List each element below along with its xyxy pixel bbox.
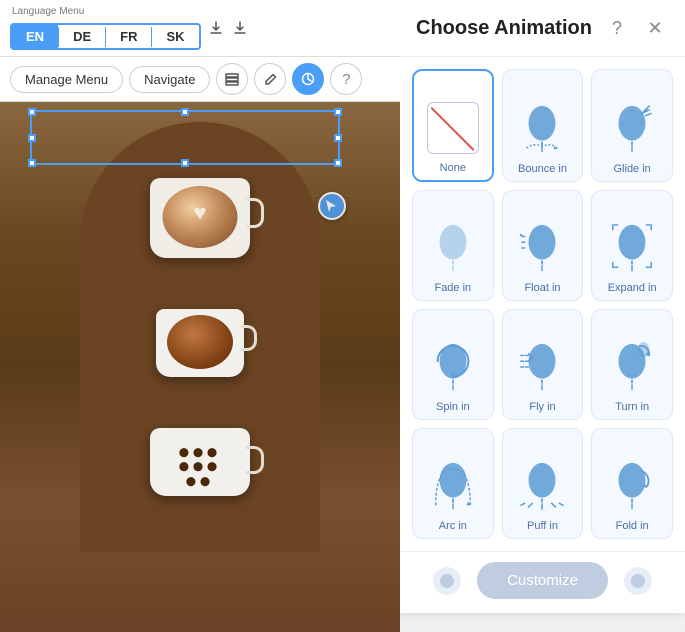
animation-panel: Choose Animation ? ✕ None	[400, 0, 685, 613]
arch-shape: ♥	[80, 122, 320, 552]
animation-none[interactable]: None	[412, 69, 494, 182]
animation-float-in[interactable]: Float in	[502, 190, 584, 301]
espresso-body	[156, 309, 244, 377]
animation-fold-in[interactable]: Fold in	[591, 428, 673, 539]
bounce-label: Bounce in	[518, 163, 567, 175]
dot-inner-left	[440, 574, 454, 588]
dot-indicator-right	[624, 567, 652, 595]
panel-header-icons: ? ✕	[603, 14, 669, 42]
language-menu-container: Language Menu EN DE FR SK	[10, 6, 201, 50]
animation-puff-in[interactable]: Puff in	[502, 428, 584, 539]
action-toolbar: Manage Menu Navigate ?	[0, 57, 400, 102]
dot-inner-right	[631, 574, 645, 588]
float-label: Float in	[524, 282, 560, 294]
none-icon-area	[425, 100, 481, 156]
latte-cup: ♥	[150, 178, 250, 258]
none-label: None	[440, 162, 466, 174]
animation-glide-in[interactable]: Glide in	[591, 69, 673, 182]
expand-icon-area	[604, 220, 660, 276]
float-icon-area	[514, 220, 570, 276]
animation-spin-in[interactable]: Spin in	[412, 309, 494, 420]
canvas-content: ♥	[0, 102, 400, 552]
lang-tab-en[interactable]: EN	[12, 25, 58, 48]
heart-art: ♥	[180, 196, 220, 230]
lang-tab-fr[interactable]: FR	[106, 25, 151, 48]
cup-body: ♥	[150, 178, 250, 258]
help-button[interactable]: ?	[330, 63, 362, 95]
animation-fade-in[interactable]: Fade in	[412, 190, 494, 301]
cup-handle	[246, 198, 264, 228]
beans-body: ⬤⬤⬤⬤⬤⬤⬤⬤	[150, 428, 250, 496]
puff-balloon	[520, 461, 564, 511]
manage-menu-button[interactable]: Manage Menu	[10, 66, 123, 93]
download-top-icon[interactable]	[207, 19, 225, 37]
beans-cup-wrapper: ⬤⬤⬤⬤⬤⬤⬤⬤	[150, 428, 250, 496]
download-bottom-icon[interactable]	[231, 19, 249, 37]
fade-balloon	[431, 223, 475, 273]
fly-icon-area	[514, 339, 570, 395]
canvas-background: ♥	[0, 102, 400, 632]
beans-decoration: ⬤⬤⬤⬤⬤⬤⬤⬤	[179, 445, 221, 488]
fly-label: Fly in	[529, 401, 555, 413]
lang-tab-de[interactable]: DE	[59, 25, 105, 48]
arc-icon-area	[425, 458, 481, 514]
fly-balloon	[520, 342, 564, 392]
fade-label: Fade in	[434, 282, 471, 294]
turn-balloon	[610, 342, 654, 392]
turn-label: Turn in	[615, 401, 649, 413]
beans-handle	[246, 446, 264, 474]
none-icon	[427, 102, 479, 154]
arc-label: Arc in	[439, 520, 467, 532]
edit-button[interactable]	[254, 63, 286, 95]
panel-help-button[interactable]: ?	[603, 14, 631, 42]
panel-close-button[interactable]: ✕	[641, 14, 669, 42]
customize-button[interactable]: Customize	[477, 562, 608, 599]
glide-icon-area	[604, 101, 660, 157]
bounce-balloon	[520, 104, 564, 154]
espresso-surface	[167, 315, 233, 369]
language-tabs: EN DE FR SK	[10, 23, 201, 50]
navigate-button[interactable]: Navigate	[129, 66, 210, 93]
expand-label: Expand in	[608, 282, 657, 294]
puff-label: Puff in	[527, 520, 558, 532]
animation-grid: None Bounce in	[400, 57, 685, 551]
spin-label: Spin in	[436, 401, 470, 413]
cursor-indicator	[318, 192, 346, 220]
animation-bounce-in[interactable]: Bounce in	[502, 69, 584, 182]
animation-turn-in[interactable]: Turn in	[591, 309, 673, 420]
lang-tab-sk[interactable]: SK	[152, 25, 198, 48]
panel-bottom: Customize	[400, 551, 685, 613]
editor-canvas: ♥	[0, 102, 400, 632]
editor-panel: Language Menu EN DE FR SK Manage Menu	[0, 0, 400, 613]
beans-cup: ⬤⬤⬤⬤⬤⬤⬤⬤	[150, 428, 250, 496]
animation-expand-in[interactable]: Expand in	[591, 190, 673, 301]
panel-header: Choose Animation ? ✕	[400, 0, 685, 57]
spin-balloon	[431, 342, 475, 392]
espresso-cup	[156, 309, 244, 377]
glide-label: Glide in	[614, 163, 651, 175]
animation-button[interactable]	[292, 63, 324, 95]
fold-label: Fold in	[616, 520, 649, 532]
expand-balloon	[610, 223, 654, 273]
animation-arc-in[interactable]: Arc in	[412, 428, 494, 539]
language-menu-label: Language Menu	[10, 6, 201, 17]
animation-fly-in[interactable]: Fly in	[502, 309, 584, 420]
float-balloon	[520, 223, 564, 273]
bounce-icon-area	[514, 101, 570, 157]
puff-icon-area	[514, 458, 570, 514]
dot-indicator-left	[433, 567, 461, 595]
spin-icon-area	[425, 339, 481, 395]
espresso-handle	[241, 325, 257, 351]
layers-button[interactable]	[216, 63, 248, 95]
latte-cup-wrapper: ♥	[150, 178, 250, 258]
glide-balloon	[610, 104, 654, 154]
turn-icon-area	[604, 339, 660, 395]
fold-icon-area	[604, 458, 660, 514]
panel-title: Choose Animation	[416, 17, 592, 40]
fade-icon-area	[425, 220, 481, 276]
espresso-cup-wrapper	[156, 309, 244, 377]
language-toolbar: Language Menu EN DE FR SK	[0, 0, 400, 57]
arc-balloon	[431, 461, 475, 511]
fold-balloon	[610, 461, 654, 511]
